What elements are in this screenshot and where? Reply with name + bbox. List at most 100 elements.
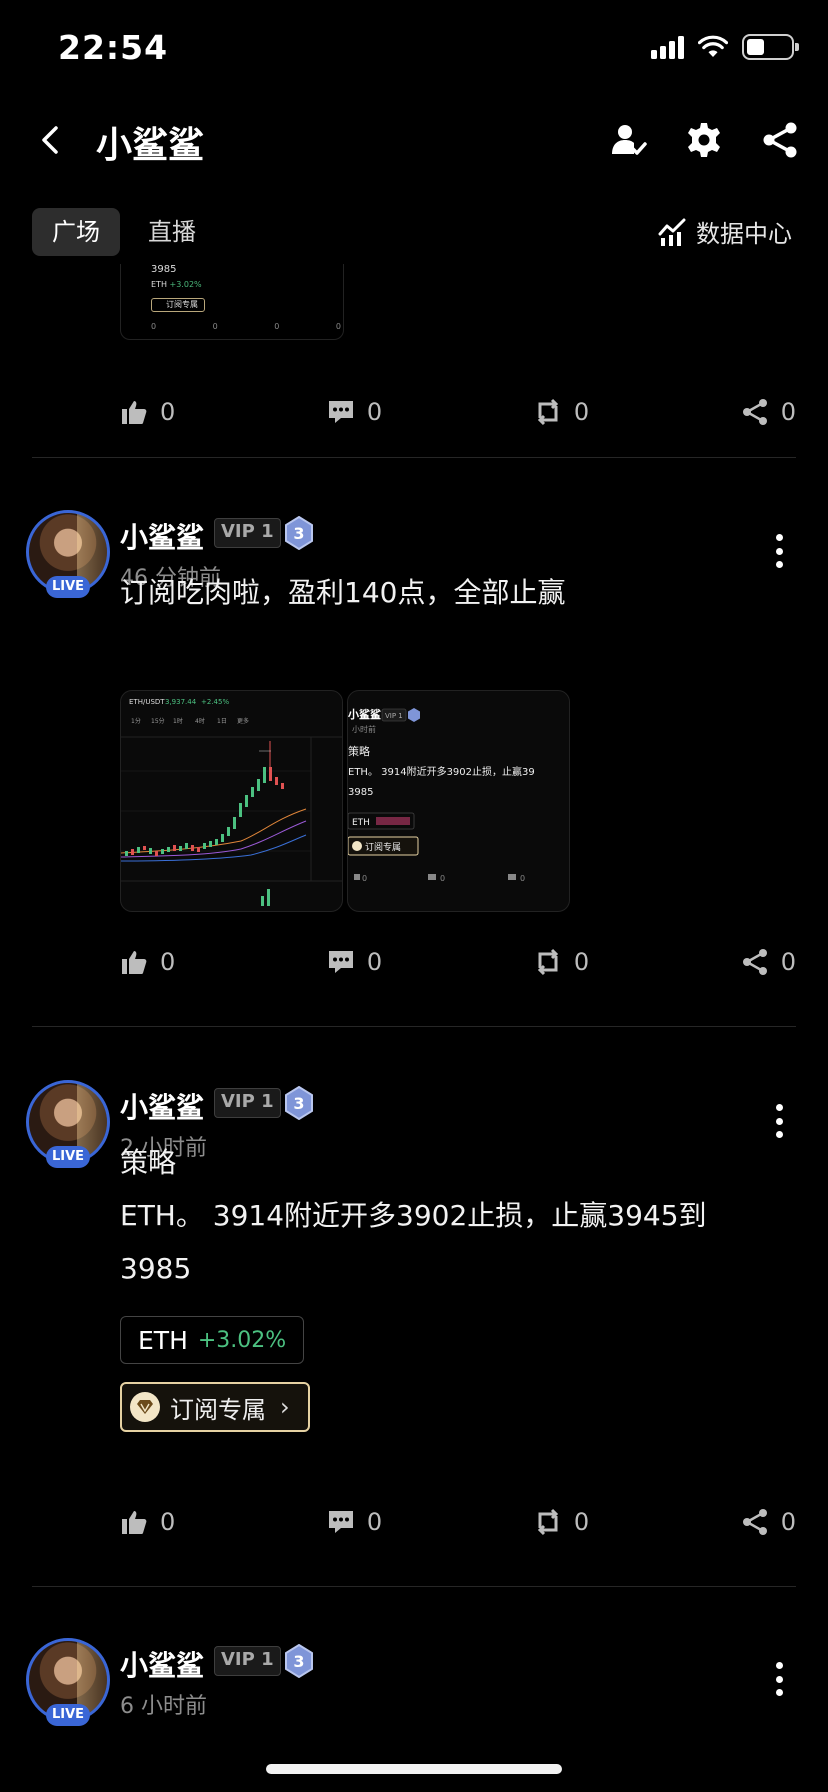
chart-screenshot-thumbnail[interactable]: ETH/USDT 3,937.44 +2.45% 1分 15分 1时 4时 1日 更多 bbox=[120, 690, 343, 912]
svg-text:ETH/USDT: ETH/USDT bbox=[129, 698, 165, 706]
svg-text:ETH: ETH bbox=[352, 818, 370, 828]
share-button[interactable]: 0 bbox=[741, 948, 796, 976]
post-actions: 0 0 0 0 bbox=[120, 392, 796, 432]
author-name[interactable]: 小鲨鲨 bbox=[120, 516, 204, 556]
post-content: 策略 ETH。 3914附近开多3902止损，止赢3945到 3985 bbox=[120, 1146, 707, 1285]
post-content: 订阅吃肉啦，盈利140点，全部止赢 bbox=[120, 576, 566, 609]
subscribe-exclusive-button[interactable]: 订阅专属 › bbox=[120, 1382, 310, 1432]
repost-button[interactable]: 0 bbox=[534, 398, 589, 426]
comment-button[interactable]: 0 bbox=[327, 398, 382, 426]
tab-square[interactable]: 广场 bbox=[32, 208, 120, 256]
thumbs-up-icon bbox=[122, 401, 147, 424]
status-time: 22:54 bbox=[58, 28, 169, 67]
data-center-label: 数据中心 bbox=[696, 220, 792, 248]
svg-text:订阅专属: 订阅专属 bbox=[365, 841, 401, 853]
share-button[interactable]: 0 bbox=[741, 398, 796, 426]
author-name[interactable]: 小鲨鲨 bbox=[120, 1086, 204, 1126]
post-screenshot-thumbnail[interactable]: 小鲨鲨 VIP 1 小时前 策略 ETH。 3914附近开多3902止损，止赢3… bbox=[347, 690, 570, 912]
svg-text:3985: 3985 bbox=[348, 787, 373, 798]
post-actions: 0 0 0 0 bbox=[120, 1502, 796, 1542]
user-follow-icon[interactable] bbox=[608, 120, 648, 160]
svg-text:0: 0 bbox=[440, 874, 445, 883]
divider bbox=[32, 1026, 796, 1027]
candlestick-chart-thumbnail: ETH/USDT 3,937.44 +2.45% 1分 15分 1时 4时 1日 更多 bbox=[121, 698, 342, 906]
chevron-right-icon: › bbox=[280, 1393, 290, 1421]
battery-icon bbox=[742, 34, 799, 60]
gear-icon[interactable] bbox=[684, 120, 724, 160]
post-preview-thumbnail: 小鲨鲨 VIP 1 小时前 策略 ETH。 3914附近开多3902止损，止赢3… bbox=[348, 707, 535, 883]
svg-text:3: 3 bbox=[293, 1652, 304, 1671]
diamond-icon bbox=[130, 1392, 160, 1422]
back-arrow-icon[interactable] bbox=[32, 120, 72, 160]
level-badge-icon: 3 bbox=[285, 1086, 313, 1120]
svg-text:3: 3 bbox=[293, 1094, 304, 1113]
ticker-change: +3.02% bbox=[197, 1327, 287, 1353]
embedded-post-preview[interactable]: 3985 ETH +3.02% 订阅专属 0000 bbox=[120, 264, 344, 340]
thumbs-up-icon bbox=[122, 951, 147, 974]
comment-icon bbox=[328, 1511, 353, 1533]
svg-text:策略: 策略 bbox=[348, 744, 370, 758]
subscribe-label: 订阅专属 bbox=[170, 1395, 266, 1424]
svg-text:15分: 15分 bbox=[151, 717, 165, 725]
repost-button[interactable]: 0 bbox=[534, 1508, 589, 1536]
svg-text:小鲨鲨: 小鲨鲨 bbox=[348, 707, 381, 721]
data-center-link[interactable]: 数据中心 bbox=[658, 214, 792, 249]
page-title: 小鲨鲨 bbox=[96, 125, 205, 166]
divider bbox=[32, 1586, 796, 1587]
svg-text:0: 0 bbox=[520, 874, 525, 883]
repost-button[interactable]: 0 bbox=[534, 948, 589, 976]
ticker-chip[interactable]: ETH +3.02% bbox=[120, 1316, 305, 1364]
svg-text:3: 3 bbox=[293, 524, 304, 543]
more-options-icon[interactable] bbox=[776, 1662, 784, 1696]
tab-bar: 广场 直播 bbox=[32, 208, 216, 256]
home-indicator[interactable] bbox=[266, 1764, 562, 1774]
cellular-signal-icon bbox=[651, 35, 684, 59]
live-badge: LIVE bbox=[46, 576, 90, 598]
nav-actions bbox=[608, 120, 800, 160]
svg-text:3,937.44: 3,937.44 bbox=[165, 698, 197, 706]
more-options-icon[interactable] bbox=[776, 534, 784, 568]
like-button[interactable]: 0 bbox=[120, 948, 175, 976]
divider bbox=[32, 457, 796, 458]
tab-live[interactable]: 直播 bbox=[128, 208, 216, 256]
svg-text:1时: 1时 bbox=[173, 717, 183, 725]
author-name[interactable]: 小鲨鲨 bbox=[120, 1644, 204, 1684]
svg-text:1日: 1日 bbox=[217, 718, 227, 725]
comment-button[interactable]: 0 bbox=[327, 1508, 382, 1536]
feed[interactable]: 3985 ETH +3.02% 订阅专属 0000 0 0 0 0 LIVE 小… bbox=[0, 264, 828, 1764]
status-bar: 22:54 bbox=[0, 0, 828, 100]
level-badge-icon: 3 bbox=[285, 516, 313, 550]
preview-ticker: ETH +3.02% bbox=[151, 280, 202, 289]
repost-icon bbox=[537, 1508, 558, 1536]
svg-text:VIP 1: VIP 1 bbox=[385, 712, 403, 720]
comment-icon bbox=[328, 951, 353, 973]
svg-text:4时: 4时 bbox=[195, 717, 205, 725]
comment-button[interactable]: 0 bbox=[327, 948, 382, 976]
post-actions: 0 0 0 0 bbox=[120, 942, 796, 982]
share-icon[interactable] bbox=[760, 120, 800, 160]
preview-actions: 0000 bbox=[151, 322, 341, 331]
like-button[interactable]: 0 bbox=[120, 1508, 175, 1536]
status-icons bbox=[651, 34, 799, 60]
svg-text:+2.45%: +2.45% bbox=[201, 698, 229, 706]
vip-badge: VIP 1 bbox=[214, 1646, 281, 1676]
svg-text:更多: 更多 bbox=[237, 717, 249, 725]
more-options-icon[interactable] bbox=[776, 1104, 784, 1138]
wifi-icon bbox=[698, 35, 728, 57]
chart-icon bbox=[658, 218, 686, 246]
share-button[interactable]: 0 bbox=[741, 1508, 796, 1536]
share-icon bbox=[742, 399, 767, 425]
svg-text:1分: 1分 bbox=[131, 717, 141, 725]
nav-bar: 小鲨鲨 bbox=[0, 110, 828, 170]
post-time: 6 小时前 bbox=[120, 1694, 207, 1719]
svg-text:小时前: 小时前 bbox=[352, 724, 376, 734]
svg-text:ETH。 3914附近开多3902止损，止赢39: ETH。 3914附近开多3902止损，止赢39 bbox=[348, 765, 535, 778]
thumbs-up-icon bbox=[122, 1511, 147, 1534]
live-badge: LIVE bbox=[46, 1146, 90, 1168]
like-button[interactable]: 0 bbox=[120, 398, 175, 426]
share-icon bbox=[742, 1509, 767, 1535]
vip-badge: VIP 1 bbox=[214, 518, 281, 548]
level-badge-icon: 3 bbox=[285, 1644, 313, 1678]
repost-icon bbox=[537, 398, 558, 426]
preview-price: 3985 bbox=[151, 264, 177, 275]
